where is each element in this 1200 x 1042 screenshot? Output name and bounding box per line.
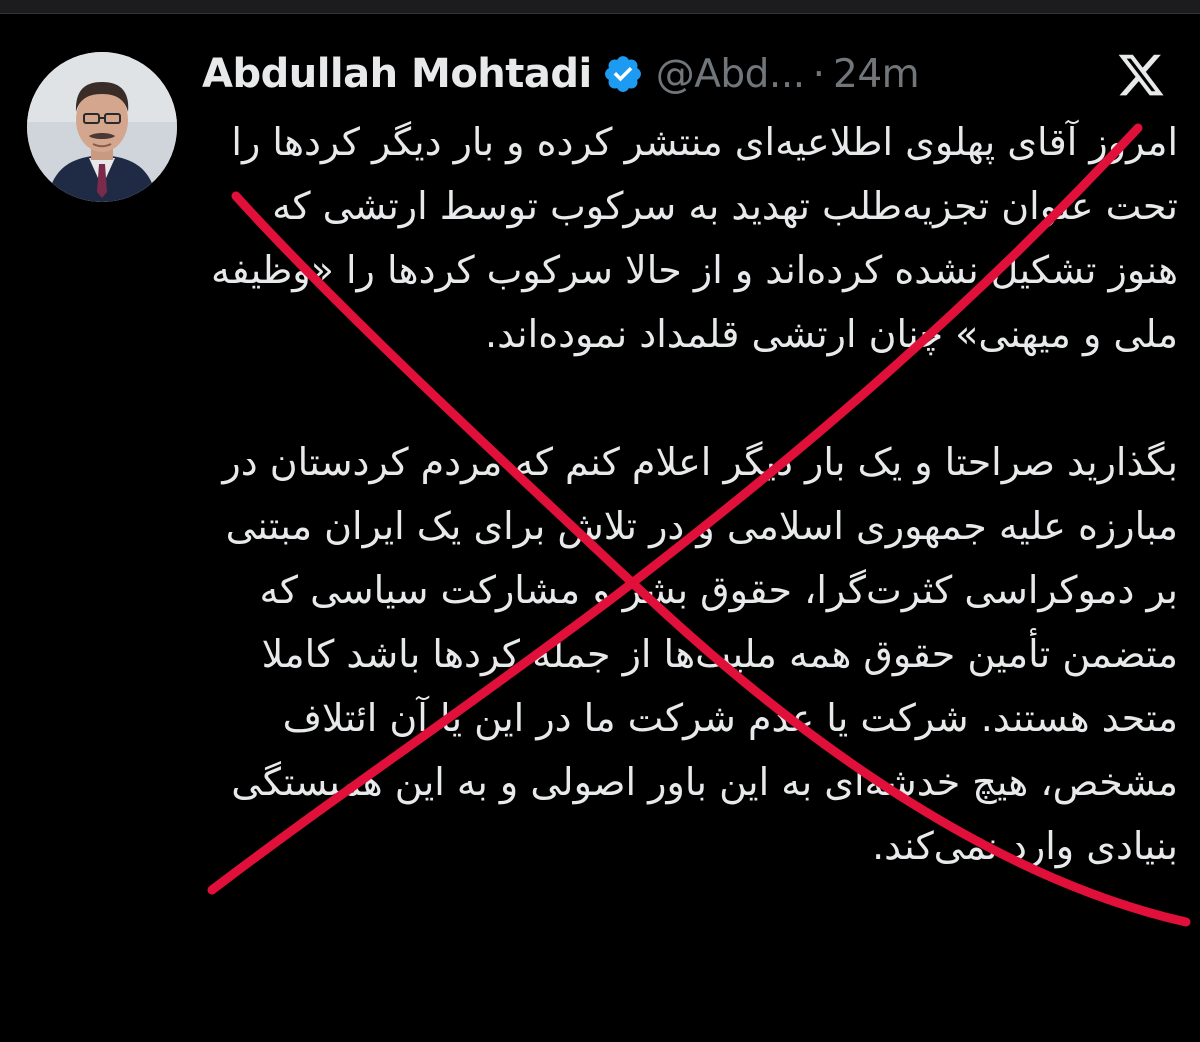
tweet-paragraph-2: بگذارید صراحتا و یک بار دیگر اعلام کنم ک… [222, 440, 1178, 868]
avatar-image [27, 52, 177, 202]
tweet-paragraph-1: امروز آقای پهلوی اطلاعیه‌ای منتشر کرده و… [211, 120, 1178, 356]
tweet-text: امروز آقای پهلوی اطلاعیه‌ای منتشر کرده و… [200, 110, 1178, 878]
author-handle[interactable]: @Abd... [656, 52, 805, 97]
top-border [0, 0, 1200, 14]
avatar[interactable] [27, 52, 177, 202]
tweet-header: Abdullah Mohtadi @Abd... · 24m [202, 44, 920, 104]
tweet-timestamp[interactable]: 24m [833, 52, 920, 97]
header-separator: · [812, 51, 826, 97]
author-display-name[interactable]: Abdullah Mohtadi [202, 51, 592, 97]
verified-badge-icon [602, 53, 644, 95]
x-logo-icon[interactable] [1116, 50, 1166, 100]
